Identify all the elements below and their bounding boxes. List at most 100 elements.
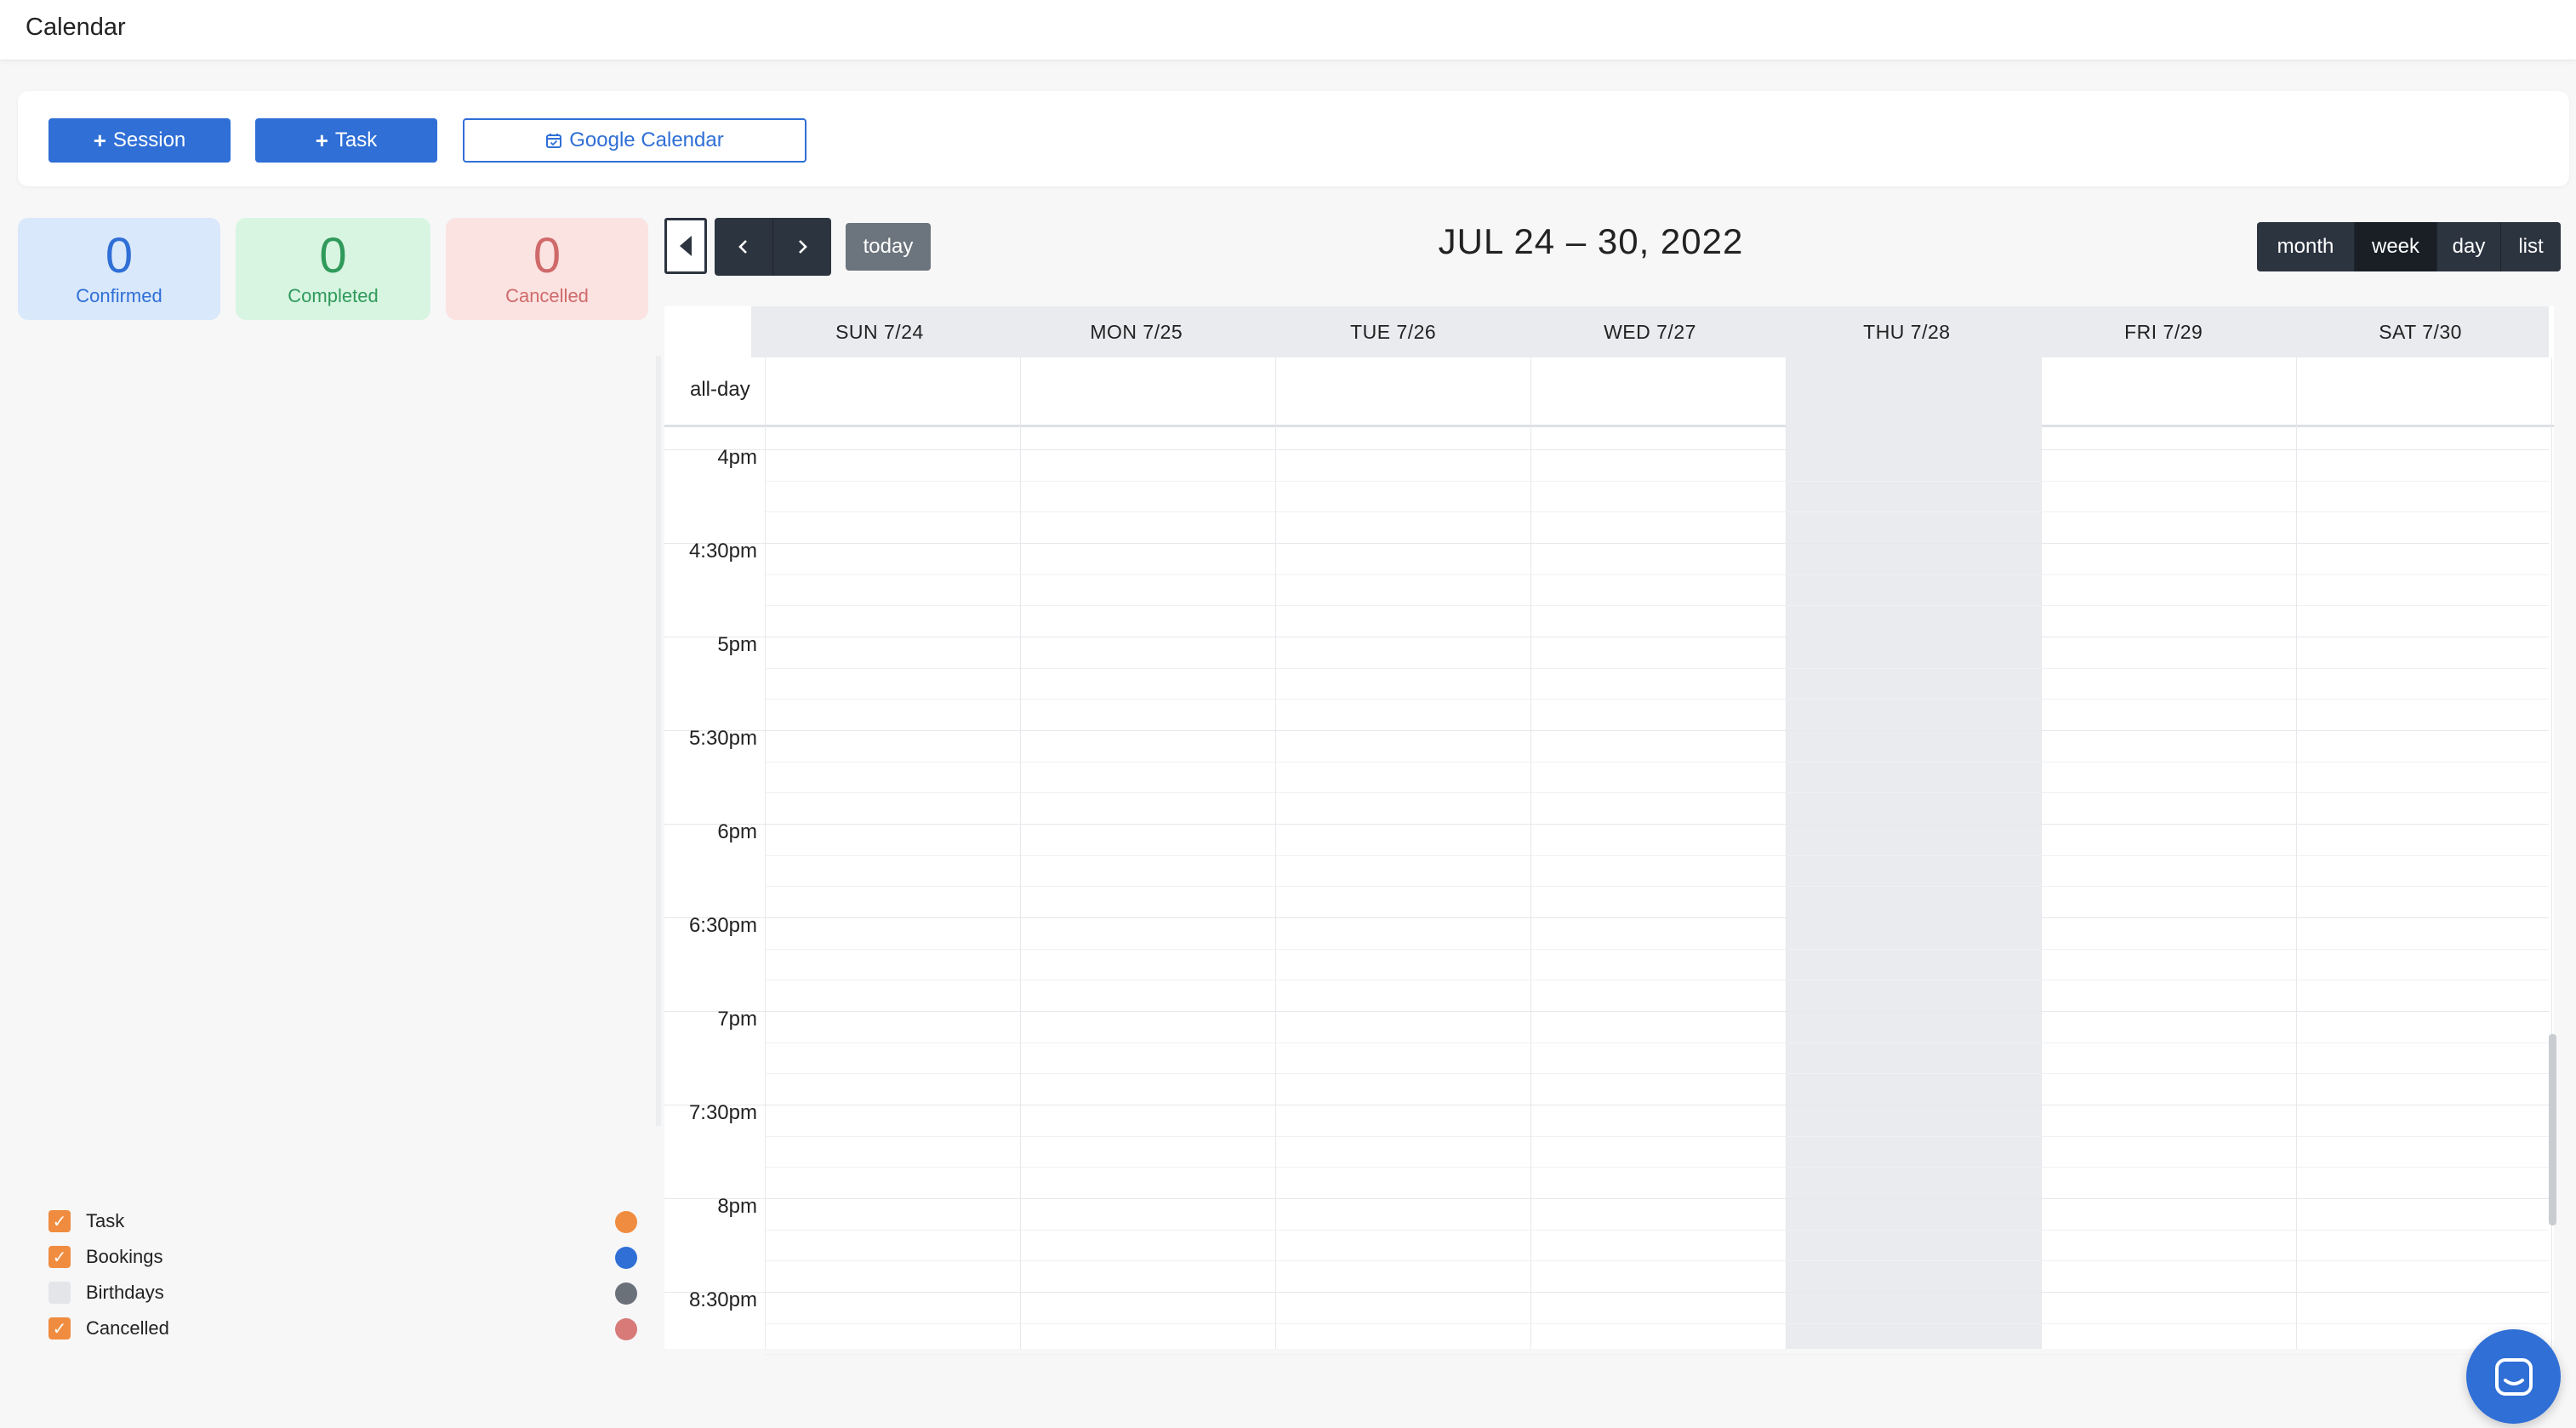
add-session-button[interactable]: + Session	[48, 118, 231, 163]
day-header-mon: MON 7/25	[1090, 320, 1183, 343]
chat-icon	[2494, 1357, 2533, 1396]
today-column	[1786, 357, 2041, 1349]
slot-line	[664, 449, 2549, 450]
slot-line	[664, 1011, 2549, 1012]
day-column-line	[2041, 357, 2042, 1349]
slot-subline	[765, 1135, 2549, 1137]
day-column-line	[1786, 357, 1787, 1349]
filter-label: Cancelled	[86, 1317, 169, 1339]
filter-task[interactable]: ✓ Task	[48, 1203, 644, 1239]
day-header-tue: TUE 7/26	[1350, 320, 1437, 343]
plus-icon: +	[93, 127, 106, 153]
time-label: 7pm	[717, 1008, 757, 1031]
filter-label: Birthdays	[86, 1282, 164, 1303]
time-label: 8:30pm	[688, 1288, 757, 1311]
task-checkbox[interactable]: ✓	[48, 1210, 71, 1232]
view-day-button[interactable]: day	[2437, 222, 2501, 271]
page-title: Calendar	[26, 14, 126, 41]
filter-label: Bookings	[86, 1246, 163, 1267]
slot-subline	[765, 480, 2549, 482]
slot-line	[664, 730, 2549, 731]
all-day-row[interactable]: all-day	[664, 357, 2554, 427]
view-list-button[interactable]: list	[2501, 222, 2561, 271]
next-week-button[interactable]	[772, 218, 831, 276]
filter-birthdays[interactable]: Birthdays	[48, 1275, 644, 1311]
view-month-button[interactable]: month	[2257, 222, 2355, 271]
time-label: 4pm	[717, 446, 757, 469]
slot-subline	[765, 1167, 2549, 1168]
time-slots[interactable]: 4pm 4:30pm 5pm 5:30pm 6pm 6:30pm 7pm 7:30pm 8pm 8…	[664, 357, 2554, 1356]
completed-count: 0	[319, 228, 347, 283]
time-label: 6:30pm	[688, 914, 757, 937]
day-header-row: SUN 7/24 MON 7/25 TUE 7/26 WED 7/27 THU …	[751, 306, 2549, 357]
filter-label: Task	[86, 1210, 125, 1231]
slot-subline	[765, 605, 2549, 607]
today-button[interactable]: today	[846, 223, 931, 271]
add-task-label: Task	[334, 129, 378, 151]
slot-subline	[765, 1042, 2549, 1043]
slot-subline	[765, 886, 2549, 888]
bookings-checkbox[interactable]: ✓	[48, 1246, 71, 1268]
slot-line	[664, 917, 2549, 918]
slot-line	[664, 824, 2549, 825]
slot-subline	[765, 792, 2549, 794]
day-column-line	[1530, 357, 1531, 1349]
slot-line	[664, 1292, 2549, 1293]
cancelled-label: Cancelled	[505, 285, 589, 306]
slot-line	[664, 543, 2549, 544]
day-column-line	[765, 357, 766, 1349]
google-calendar-label: Google Calendar	[569, 129, 724, 151]
caret-left-icon	[680, 236, 692, 256]
bookings-color-dot	[615, 1247, 637, 1269]
slot-subline	[765, 667, 2549, 669]
confirmed-stat-card: 0 Confirmed	[18, 218, 220, 320]
day-column-line	[2296, 357, 2297, 1349]
cancelled-stat-card: 0 Cancelled	[446, 218, 648, 320]
slot-subline	[765, 511, 2549, 513]
grid-scrollbar[interactable]	[2549, 1034, 2556, 1225]
time-label: 5:30pm	[688, 727, 757, 750]
event-filters: ✓ Task ✓ Bookings Birthdays ✓ Cancelled	[48, 1203, 644, 1346]
time-label: 4:30pm	[688, 540, 757, 563]
confirmed-count: 0	[105, 228, 134, 283]
cancelled-checkbox[interactable]: ✓	[48, 1317, 71, 1339]
task-color-dot	[615, 1211, 637, 1233]
filter-bookings[interactable]: ✓ Bookings	[48, 1239, 644, 1275]
birthdays-checkbox[interactable]	[48, 1282, 71, 1304]
calendar-icon	[546, 134, 562, 148]
completed-stat-card: 0 Completed	[236, 218, 430, 320]
chat-launcher-button[interactable]	[2466, 1329, 2561, 1424]
prev-week-button[interactable]	[715, 218, 772, 276]
add-session-label: Session	[112, 129, 186, 151]
slot-subline	[765, 1073, 2549, 1075]
top-bar: Calendar	[0, 0, 2576, 60]
day-header-sat: SAT 7/30	[2379, 320, 2462, 343]
confirmed-label: Confirmed	[76, 285, 162, 306]
view-week-button[interactable]: week	[2355, 222, 2437, 271]
birthdays-color-dot	[615, 1282, 637, 1305]
slot-subline	[765, 761, 2549, 763]
google-calendar-button[interactable]: Google Calendar	[463, 118, 806, 163]
completed-label: Completed	[288, 285, 379, 306]
all-day-label: all-day	[690, 378, 750, 401]
time-label: 6pm	[717, 820, 757, 843]
day-column-line	[1020, 357, 1021, 1349]
slot-subline	[765, 1229, 2549, 1231]
slot-subline	[765, 1260, 2549, 1262]
day-header-fri: FRI 7/29	[2124, 320, 2203, 343]
week-grid: SUN 7/24 MON 7/25 TUE 7/26 WED 7/27 THU …	[664, 306, 2554, 1356]
day-header-thu: THU 7/28	[1863, 320, 1951, 343]
slot-subline	[765, 1354, 2549, 1356]
cancelled-color-dot	[615, 1318, 637, 1340]
collapse-sidebar-button[interactable]	[664, 218, 707, 274]
slot-subline	[765, 1322, 2549, 1324]
time-label: 5pm	[717, 633, 757, 656]
time-label: 8pm	[717, 1195, 757, 1218]
filter-cancelled[interactable]: ✓ Cancelled	[48, 1311, 644, 1346]
add-task-button[interactable]: + Task	[255, 118, 437, 163]
action-card: + Session + Task Google Calendar	[18, 91, 2569, 186]
sidebar-scrollbar[interactable]	[656, 356, 661, 1126]
calendar-range-title: JUL 24 – 30, 2022	[1438, 221, 1744, 261]
chevron-right-icon	[799, 240, 807, 254]
slot-line	[664, 1198, 2549, 1199]
